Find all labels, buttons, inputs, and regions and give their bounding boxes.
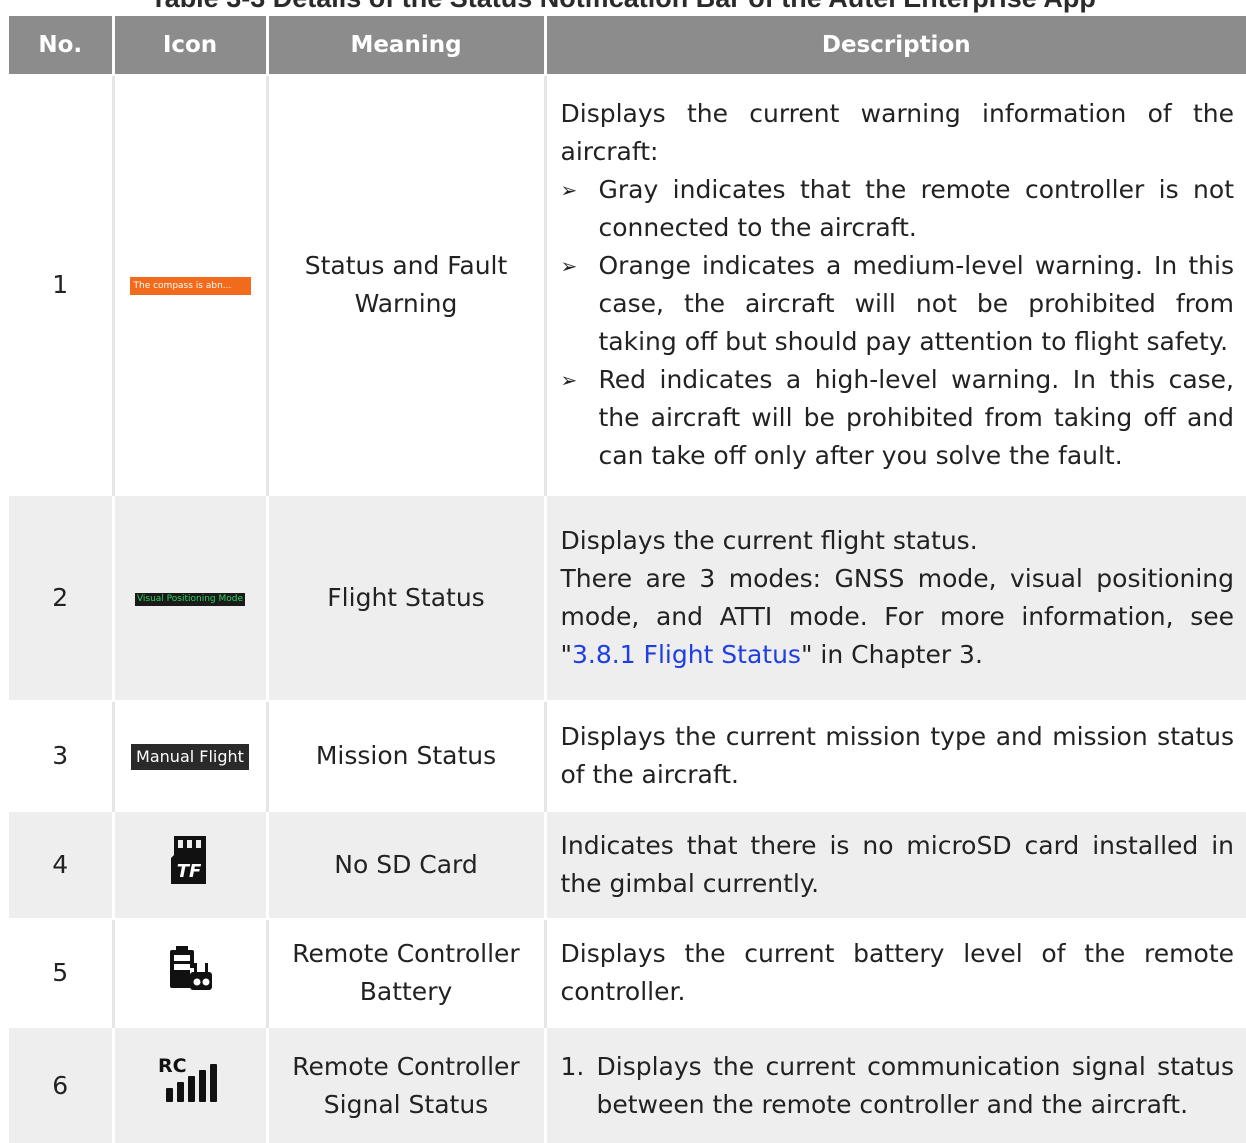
icon-cell: The compass is abn... [111,74,267,495]
remote-controller-battery-icon [168,945,212,1001]
description-cell: Indicates that there is no microSD card … [543,810,1246,919]
description-line: There are 3 modes: GNSS mode, visual pos… [561,560,1235,674]
header-meaning: Meaning [265,16,545,75]
header-description: Description [543,16,1246,75]
svg-text:RC: RC [158,1055,187,1077]
list-item: Red indicates a high-level warning. In t… [561,361,1235,475]
row-number: 6 [9,1026,113,1143]
fault-warning-badge: The compass is abn... [129,277,251,295]
description-intro: Displays the current warning information… [560,99,1235,166]
list-number: 1. [560,1051,585,1081]
meaning-cell: Status and Fault Warning [265,74,545,495]
table-row: 4 TF No SD Card Indicates that there is … [9,810,1246,919]
table-caption: Table 3-3 Details of the Status Notifica… [0,0,1246,14]
header-icon: Icon [111,16,267,75]
mission-status-badge: Manual Flight [131,744,249,770]
description-text: " in Chapter 3. [800,640,983,669]
description-cell: Displays the current mission type and mi… [543,700,1246,811]
description-cell: Displays the current warning information… [543,74,1246,495]
table-header-row: No. Icon Meaning Description [9,16,1246,75]
description-cell: Displays the current battery level of th… [543,918,1246,1027]
table-row: 1 The compass is abn... Status and Fault… [9,74,1246,495]
table-row: 5 Remote Controller Battery Displays the… [9,918,1246,1027]
icon-cell: RC [111,1026,267,1143]
row-number: 4 [9,810,113,919]
meaning-cell: Mission Status [265,700,545,811]
list-item: Orange indicates a medium-level warning.… [561,247,1235,361]
header-no: No. [9,16,113,75]
description-cell: Displays the current flight status. Ther… [543,494,1246,701]
flight-status-badge: Visual Positioning Mode [134,592,246,606]
description-line: Displays the current flight status. [560,526,978,555]
row-number: 5 [9,918,113,1027]
meaning-cell: No SD Card [265,810,545,919]
row-number: 2 [9,494,113,701]
icon-cell: TF [111,810,267,919]
list-item: Gray indicates that the remote controlle… [561,171,1235,247]
meaning-cell: Remote Controller Battery [265,918,545,1027]
meaning-cell: Remote Controller Signal Status [265,1026,545,1143]
icon-cell: Visual Positioning Mode [111,494,267,701]
bullet-list: Gray indicates that the remote controlle… [561,171,1235,475]
row-number: 1 [9,74,113,495]
list-item-text: Displays the current communication signa… [596,1051,1235,1119]
row-number: 3 [9,700,113,811]
description-cell: 1. Displays the current communication sig… [543,1026,1246,1143]
meaning-cell: Flight Status [265,494,545,701]
flight-status-link[interactable]: 3.8.1 Flight Status [572,640,801,669]
icon-cell: Manual Flight [111,700,267,811]
svg-text:TF: TF [177,861,202,882]
status-notification-table: No. Icon Meaning Description 1 The compa… [9,16,1246,1143]
table-row: 6 RC Remote Controller Signal Status 1. … [9,1026,1246,1143]
table-row: 2 Visual Positioning Mode Flight Status … [9,494,1246,701]
icon-cell [111,918,267,1027]
table-row: 3 Manual Flight Mission Status Displays … [9,700,1246,811]
microsd-tf-card-icon: TF [167,835,213,895]
